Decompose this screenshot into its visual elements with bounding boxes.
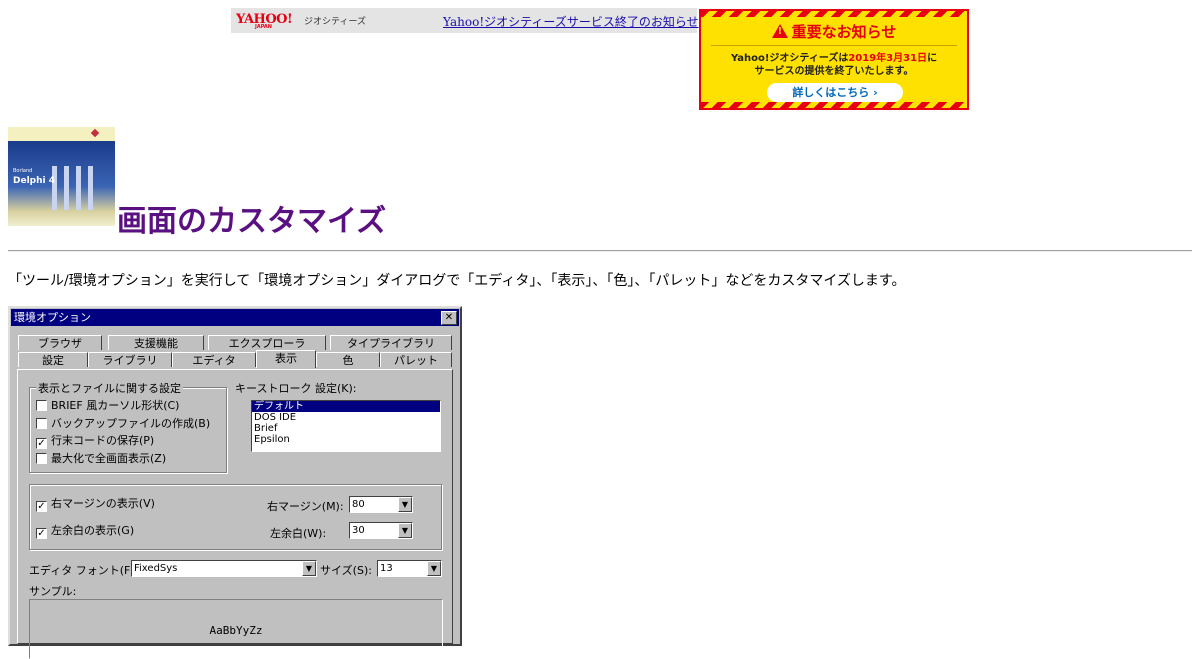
font-sample-box: AaBbYyZz [29, 599, 443, 659]
notice-divider [711, 45, 957, 46]
service-end-notice-link[interactable]: Yahoo!ジオシティーズサービス終了のお知らせ [443, 13, 699, 30]
tab-display[interactable]: 表示 [256, 350, 316, 368]
tab-palette[interactable]: パレット [380, 352, 452, 367]
gutter-width-value: 30 [352, 525, 365, 536]
borland-logo-icon [90, 128, 100, 138]
delphi-brand: Borland [13, 168, 33, 174]
geocities-banner: YAHOO! JAPAN ジオシティーズ Yahoo!ジオシティーズサービス終了… [231, 8, 699, 33]
gutter-width-combo[interactable]: 30 ▼ [349, 522, 413, 539]
notice-end-date: 2019年3月31日 [848, 53, 928, 64]
delphi4-box-image: Borland Delphi 4 [8, 127, 115, 226]
right-margin-value: 80 [352, 499, 365, 510]
font-size-label: サイズ(S): [320, 564, 372, 577]
keystroke-mapping-label: キーストローク 設定(K): [235, 382, 357, 395]
horizontal-rule [8, 250, 1192, 252]
visible-right-margin-checkbox[interactable]: ✓ 右マージンの表示(V) [36, 497, 155, 512]
notice-title-text: 重要なお知らせ [791, 23, 897, 41]
zoom-full-screen-checkbox[interactable]: 最大化で全画面表示(Z) [36, 452, 166, 465]
notice-stripe-bottom [701, 102, 967, 108]
gutter-width-label: 左余白(W): [270, 527, 327, 540]
notice-title: ! 重要なお知らせ [701, 21, 967, 42]
list-item[interactable]: Brief [252, 423, 440, 434]
notice-stripe-top [701, 11, 967, 17]
chevron-down-icon[interactable]: ▼ [398, 523, 412, 538]
notice-body: Yahoo!ジオシティーズは2019年3月31日に サービスの提供を終了いたしま… [701, 52, 967, 78]
tab-explorer[interactable]: エクスプローラ [208, 335, 326, 350]
brief-cursor-checkbox[interactable]: BRIEF 風カーソル形状(C) [36, 399, 179, 412]
tab-library[interactable]: ライブラリ [88, 352, 172, 367]
delphi-title: Delphi 4 [13, 176, 55, 186]
create-backup-checkbox[interactable]: バックアップファイルの作成(B) [36, 417, 210, 430]
visible-gutter-checkbox[interactable]: ✓ 左余白の表示(G) [36, 524, 134, 539]
preserve-line-ends-checkbox[interactable]: ✓ 行末コードの保存(P) [36, 434, 154, 449]
editor-font-value: FixedSys [134, 563, 178, 574]
tab-colors[interactable]: 色 [316, 352, 380, 367]
visible-gutter-label: 左余白の表示(G) [51, 524, 135, 537]
dialog-title: 環境オプション [14, 311, 91, 324]
checkbox-box[interactable] [36, 453, 47, 464]
create-backup-label: バックアップファイルの作成(B) [51, 417, 211, 430]
tab-preferences[interactable]: 設定 [18, 352, 88, 367]
zoom-full-screen-label: 最大化で全画面表示(Z) [51, 452, 167, 465]
editor-font-label: エディタ フォント(F): [29, 564, 139, 577]
font-size-value: 13 [380, 563, 393, 574]
close-icon[interactable]: ✕ [441, 311, 457, 325]
intro-text: 「ツール/環境オプション」を実行して「環境オプション」ダイアログで「エディタ」、… [8, 273, 906, 289]
editor-font-combo[interactable]: FixedSys ▼ [131, 560, 317, 577]
tab-code-insight[interactable]: 支援機能 [108, 335, 204, 350]
visible-right-margin-label: 右マージンの表示(V) [51, 497, 155, 510]
tab-type-library[interactable]: タイプライブラリ [330, 335, 452, 350]
margin-group [29, 484, 442, 550]
list-item[interactable]: デフォルト [252, 401, 440, 412]
important-notice-box[interactable]: ! 重要なお知らせ Yahoo!ジオシティーズは2019年3月31日に サービスの… [699, 9, 969, 110]
notice-body-prefix: Yahoo!ジオシティーズは [730, 53, 849, 64]
right-margin-combo[interactable]: 80 ▼ [349, 496, 413, 513]
page-title: 画面のカスタマイズ [117, 204, 387, 239]
checkbox-box[interactable]: ✓ [36, 528, 47, 539]
geocities-service-name: ジオシティーズ [304, 17, 367, 27]
checkbox-box[interactable] [36, 418, 47, 429]
environment-options-dialog: 環境オプション ✕ ブラウザ 支援機能 エクスプローラ タイプライブラリ 設定 … [8, 306, 462, 659]
yahoo-logo-sub: JAPAN [255, 24, 272, 30]
checkbox-box[interactable] [36, 400, 47, 411]
list-item[interactable]: Epsilon [252, 434, 440, 445]
notice-body-line2: サービスの提供を終了いたします。 [754, 66, 914, 77]
warning-icon: ! [771, 24, 788, 38]
tab-editor[interactable]: エディタ [172, 352, 256, 367]
brief-cursor-label: BRIEF 風カーソル形状(C) [51, 399, 180, 412]
keystroke-mapping-list[interactable]: デフォルト DOS IDE Brief Epsilon [251, 400, 441, 452]
right-margin-label: 右マージン(M): [267, 500, 344, 513]
notice-details-button[interactable]: 詳しくはこちら › [767, 83, 903, 102]
dialog-titlebar: 環境オプション ✕ [11, 309, 459, 326]
chevron-down-icon[interactable]: ▼ [302, 561, 316, 576]
checkbox-box[interactable]: ✓ [36, 438, 47, 449]
tab-browser[interactable]: ブラウザ [18, 335, 102, 350]
list-item[interactable]: DOS IDE [252, 412, 440, 423]
preserve-line-ends-label: 行末コードの保存(P) [51, 434, 155, 447]
font-sample-text: AaBbYyZz [209, 624, 263, 637]
delphi-logo-text: Borland Delphi 4 [13, 166, 55, 186]
chevron-down-icon[interactable]: ▼ [427, 561, 441, 576]
notice-body-suffix: に [927, 53, 938, 64]
display-file-options-label: 表示とファイルに関する設定 [36, 380, 183, 396]
checkbox-box[interactable]: ✓ [36, 501, 47, 512]
sample-label: サンプル: [29, 585, 77, 598]
chevron-down-icon[interactable]: ▼ [398, 497, 412, 512]
font-size-combo[interactable]: 13 ▼ [377, 560, 442, 577]
